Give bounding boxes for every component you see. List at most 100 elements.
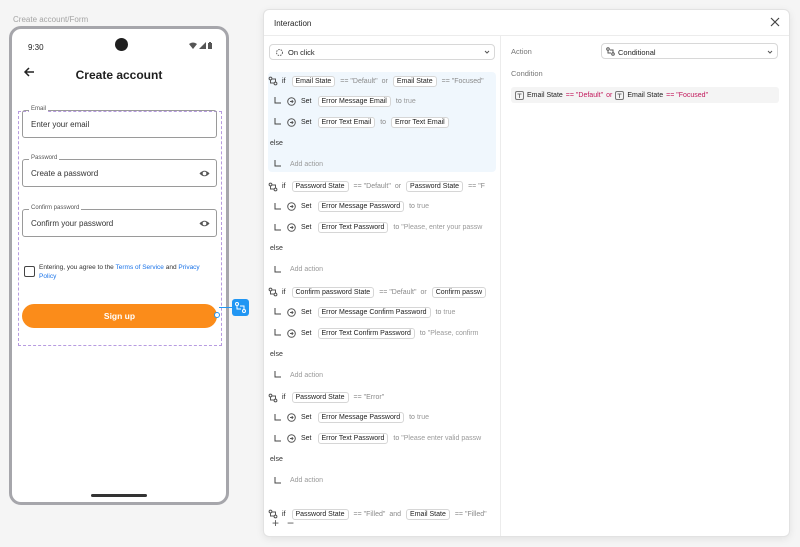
set-row[interactable]: Set Error Text Password to "Please, enter y… [272,221,482,235]
to-keyword: to [380,118,387,126]
branch-icon [274,202,281,209]
action-label: Action [511,47,532,56]
interaction-connector [219,307,233,308]
target-variable[interactable]: Error Text Password [317,433,389,444]
close-icon[interactable] [770,17,780,27]
target-variable[interactable]: Error Text Confirm Password [317,327,415,339]
eye-icon[interactable] [199,168,210,179]
value-literal[interactable]: "Please enter valid passw [401,435,481,442]
if-keyword: if [282,77,286,85]
set-variable-icon [287,434,296,443]
email-field[interactable]: Email Enter your email [22,106,217,138]
terms-of-service-link[interactable]: Terms of Service [116,264,164,271]
set-row[interactable]: Set Error Message Password to true [272,411,429,425]
selection-handle[interactable] [214,312,220,318]
value-variable[interactable]: Error Text Email [391,116,449,128]
terms-checkbox[interactable] [24,266,35,277]
trigger-select[interactable]: On click [269,44,495,60]
condition-label: Condition [511,69,543,78]
confirm-password-label: Confirm password [29,205,82,211]
if-row[interactable]: if Password State == "Error" [268,391,386,405]
else-keyword: else [270,245,283,252]
set-keyword: Set [301,414,312,421]
value-literal[interactable]: "Please, enter your passw [401,224,482,231]
condition-var[interactable]: Email State [392,75,437,87]
if-keyword: if [282,394,286,401]
to-keyword: to [419,329,426,337]
set-row[interactable]: Set Error Text Email to Error Text Email [272,115,452,129]
value-literal[interactable]: "Please, confirm [428,330,479,337]
conditional-block[interactable]: if Password State == "Default" or Password S… [268,178,496,278]
set-row[interactable]: Set Error Message Confirm Password to true [272,305,455,319]
action-select[interactable]: Conditional [601,43,778,59]
condition-var[interactable]: Password State [406,181,464,192]
branch-icon [274,118,281,125]
value-literal[interactable]: true [443,309,455,316]
target-variable[interactable]: Error Text Password [317,222,389,233]
else-row: else [270,453,283,467]
to-keyword: to [395,97,402,105]
target-variable[interactable]: Error Message Confirm Password [317,306,431,318]
add-action-link[interactable]: Add action [290,372,323,379]
target-variable[interactable]: Error Message Email [317,95,391,107]
value-literal[interactable]: true [404,98,416,105]
cursor-click-icon [276,49,283,56]
add-action-row[interactable]: Add action [272,263,323,277]
condition-var[interactable]: Confirm passw [431,286,487,298]
else-row: else [270,136,283,150]
trigger-label: On click [288,48,315,57]
conditional-block[interactable]: if Email State == "Default" or Email State ==… [268,72,496,172]
add-action-button[interactable]: + [272,516,279,530]
signal-icon [199,42,206,49]
target-variable[interactable]: Error Message Password [317,201,405,212]
interaction-badge[interactable] [232,299,249,316]
interaction-dialog: Interaction On click if Email State == "De… [263,9,790,537]
remove-action-button[interactable]: − [287,516,294,530]
add-action-row[interactable]: Add action [272,474,323,488]
else-keyword: else [270,350,283,358]
condition-var[interactable]: Confirm password State [291,286,375,298]
value-literal[interactable]: true [417,414,429,421]
dialog-header: Interaction [264,10,789,36]
branch-icon [274,160,281,167]
target-variable[interactable]: Error Message Password [317,412,405,423]
footer-tools: + − [272,516,294,530]
condition-var[interactable]: Email State [406,508,450,520]
password-field[interactable]: Password Create a password [22,155,217,187]
else-row: else [270,242,283,256]
set-row[interactable]: Set Error Message Email to true [272,94,416,108]
condition-var-a: Email State [527,91,563,99]
branch-icon [274,329,281,336]
condition-or: or [394,183,402,190]
add-action-link[interactable]: Add action [290,161,323,168]
condition-expression[interactable]: Email State == "Default" or Email State … [511,87,779,103]
set-keyword: Set [301,203,312,210]
confirm-password-field[interactable]: Confirm password Confirm your password [22,205,217,237]
add-action-row[interactable]: Add action [272,157,323,171]
branch-icon [274,476,281,483]
conditional-block[interactable]: if Password State == "Error" Set Error Messa… [268,389,496,489]
set-row[interactable]: Set Error Text Password to "Please enter va… [272,432,481,446]
text-variable-icon [515,90,524,100]
conditional-block[interactable]: if Confirm password State == "Default" or Co… [268,283,496,383]
if-row[interactable]: if Email State == "Default" or Email State ==… [268,74,486,88]
condition-var[interactable]: Password State [291,392,349,403]
set-row[interactable]: Set Error Text Confirm Password to "Please,… [272,326,478,340]
target-variable[interactable]: Error Text Email [317,116,376,128]
eye-icon[interactable] [199,218,210,229]
if-row[interactable]: if Confirm password State == "Default" or Co… [268,285,489,299]
add-action-row[interactable]: Add action [272,368,323,382]
set-row[interactable]: Set Error Message Password to true [272,200,429,214]
signup-button[interactable]: Sign up [22,304,217,328]
else-keyword: else [270,456,283,463]
add-action-link[interactable]: Add action [290,266,323,273]
condition-var[interactable]: Email State [291,75,336,87]
condition-var[interactable]: Password State [291,508,349,520]
chevron-down-icon [484,50,490,54]
terms-prefix: Entering, you agree to the [39,264,116,271]
condition-row[interactable]: if Password State == "Filled" and Email Stat… [268,507,489,521]
add-action-link[interactable]: Add action [290,477,323,484]
if-row[interactable]: if Password State == "Default" or Password S… [268,180,487,194]
value-literal[interactable]: true [417,203,429,210]
condition-var[interactable]: Password State [291,181,349,192]
